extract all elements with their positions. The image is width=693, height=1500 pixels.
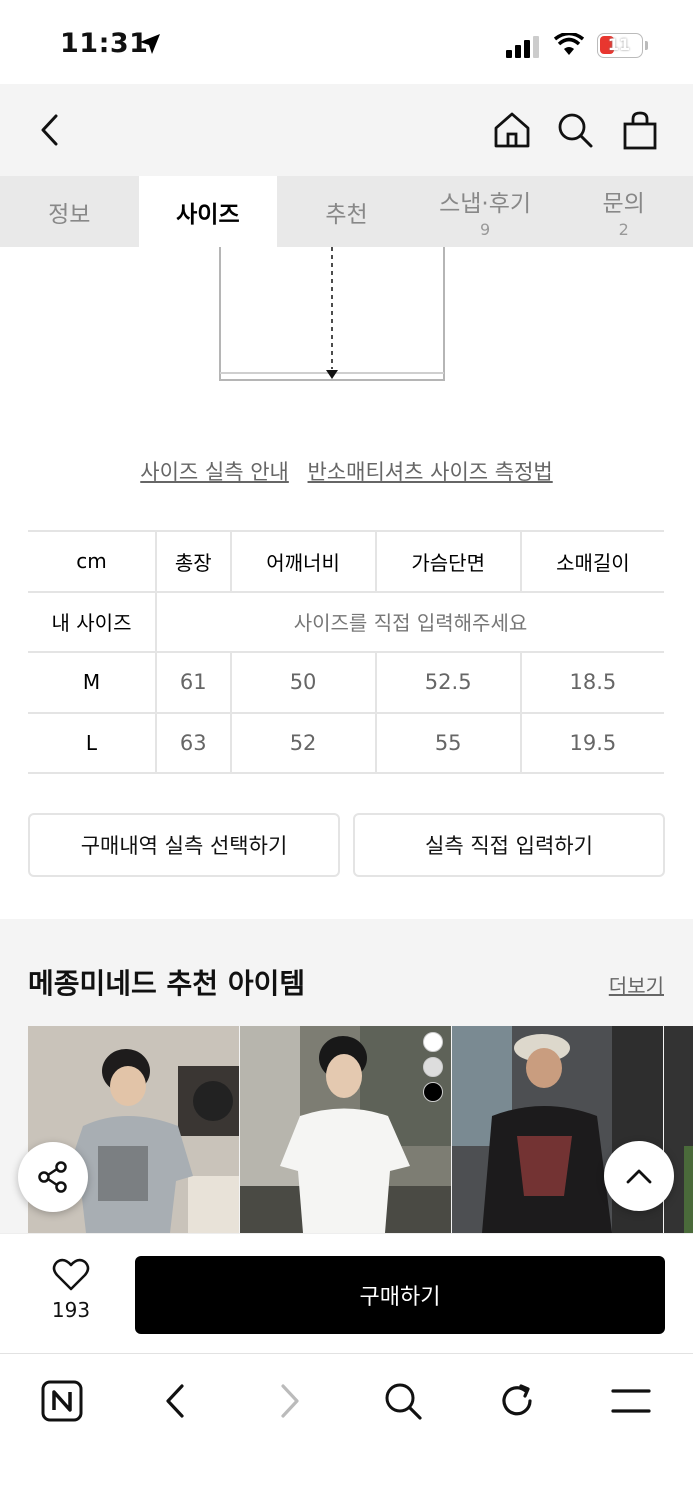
tab-inquiry[interactable]: 문의 2: [554, 176, 693, 247]
battery-indicator: 11: [597, 33, 643, 58]
header-cell: 어깨너비: [229, 530, 376, 592]
my-size-label: 내 사이즈: [28, 590, 157, 652]
my-size-row[interactable]: 내 사이즈 사이즈를 직접 입력해주세요: [28, 590, 664, 652]
table-cell: 52.5: [374, 651, 521, 713]
tab-count: 9: [479, 220, 491, 239]
color-swatch[interactable]: [423, 1032, 443, 1052]
table-cell: 52: [229, 711, 376, 774]
search-icon: [385, 1383, 422, 1420]
header-cell: 총장: [155, 530, 231, 592]
scroll-top-button[interactable]: [604, 1141, 674, 1211]
size-table: cm 총장 어깨너비 가슴단면 소매길이 내 사이즈 사이즈를 직접 입력해주세…: [28, 530, 664, 774]
cart-button[interactable]: [618, 108, 662, 152]
search-button[interactable]: [553, 108, 597, 152]
chevron-right-icon: [281, 1384, 299, 1418]
tab-label: 문의: [602, 191, 645, 217]
more-link[interactable]: 더보기: [609, 970, 664, 999]
purchase-bar: 193 구매하기: [0, 1233, 693, 1353]
chevron-up-icon: [626, 1169, 652, 1184]
product-image: [664, 1026, 693, 1233]
size-label: M: [28, 651, 157, 713]
menu-button[interactable]: [606, 1376, 656, 1426]
product-card[interactable]: [664, 1026, 693, 1233]
location-arrow-icon: [140, 34, 160, 54]
header-cell: 소매길이: [519, 530, 664, 592]
naver-home-button[interactable]: [37, 1376, 87, 1426]
header-cell: 가슴단면: [374, 530, 521, 592]
shopping-bag-icon: [623, 111, 657, 150]
product-tabs: 정보 사이즈 추천 스냅·후기 9 문의 2: [0, 176, 693, 247]
share-icon: [38, 1161, 67, 1193]
table-cell: 18.5: [519, 651, 664, 713]
chevron-left-icon: [41, 114, 58, 146]
tab-info[interactable]: 정보: [0, 176, 139, 247]
app-header: [0, 84, 693, 176]
browser-forward-button[interactable]: [265, 1376, 315, 1426]
browser-back-button[interactable]: [150, 1376, 200, 1426]
browser-toolbar: [0, 1353, 693, 1500]
tab-label: 스냅·후기: [439, 191, 532, 217]
size-links: 사이즈 실측 안내 반소매티셔츠 사이즈 측정법: [0, 456, 693, 486]
home-icon: [494, 112, 530, 148]
status-time: 11:31: [60, 28, 149, 59]
table-cell: 19.5: [519, 711, 664, 774]
table-cell: 55: [374, 711, 521, 774]
enter-measure-button[interactable]: 실측 직접 입력하기: [353, 813, 665, 877]
share-button[interactable]: [18, 1142, 88, 1212]
measure-method-link[interactable]: 반소매티셔츠 사이즈 측정법: [308, 460, 553, 484]
table-cell: 63: [155, 711, 231, 774]
heart-icon: [52, 1258, 90, 1291]
battery-level: 11: [607, 35, 631, 54]
product-carousel: [28, 1026, 693, 1233]
naver-logo-icon: [41, 1380, 83, 1422]
tab-count: 2: [618, 220, 629, 239]
tab-size[interactable]: 사이즈: [138, 176, 278, 247]
back-button[interactable]: [28, 108, 72, 152]
table-cell: 61: [155, 651, 231, 713]
color-swatch[interactable]: [423, 1057, 443, 1077]
menu-icon: [611, 1389, 651, 1413]
product-image: [240, 1026, 451, 1233]
chevron-left-icon: [166, 1384, 184, 1418]
home-button[interactable]: [490, 108, 534, 152]
color-swatch[interactable]: [423, 1082, 443, 1102]
tab-snap-review[interactable]: 스냅·후기 9: [416, 176, 555, 247]
size-guide-link[interactable]: 사이즈 실측 안내: [140, 460, 289, 484]
color-options: [423, 1032, 445, 1107]
like-button[interactable]: 193: [40, 1258, 102, 1322]
buy-button[interactable]: 구매하기: [135, 1256, 665, 1334]
my-size-input-hint[interactable]: 사이즈를 직접 입력해주세요: [155, 590, 664, 652]
tab-label: 정보: [48, 201, 91, 228]
table-cell: 50: [229, 651, 376, 713]
like-count: 193: [51, 1298, 91, 1322]
search-icon: [558, 113, 593, 148]
tab-label: 추천: [325, 201, 368, 228]
measure-buttons: 구매내역 실측 선택하기 실측 직접 입력하기: [28, 813, 665, 877]
wifi-icon: [554, 33, 584, 55]
unit-cell: cm: [28, 530, 157, 592]
table-header-row: cm 총장 어깨너비 가슴단면 소매길이: [28, 530, 664, 592]
product-card[interactable]: [240, 1026, 451, 1233]
table-row: M 61 50 52.5 18.5: [28, 651, 664, 713]
recommend-title: 메종미네드 추천 아이템: [28, 967, 306, 1000]
refresh-icon: [502, 1384, 532, 1416]
size-label: L: [28, 711, 157, 774]
tab-label: 사이즈: [176, 201, 240, 228]
tab-recommend[interactable]: 추천: [277, 176, 416, 247]
table-row: L 63 52 55 19.5: [28, 711, 664, 774]
refresh-button[interactable]: [492, 1376, 542, 1426]
status-bar: 11:31 11: [0, 0, 693, 84]
select-purchase-measure-button[interactable]: 구매내역 실측 선택하기: [28, 813, 340, 877]
signal-icon: [506, 36, 539, 58]
size-diagram: [219, 247, 445, 381]
browser-search-button[interactable]: [378, 1376, 428, 1426]
